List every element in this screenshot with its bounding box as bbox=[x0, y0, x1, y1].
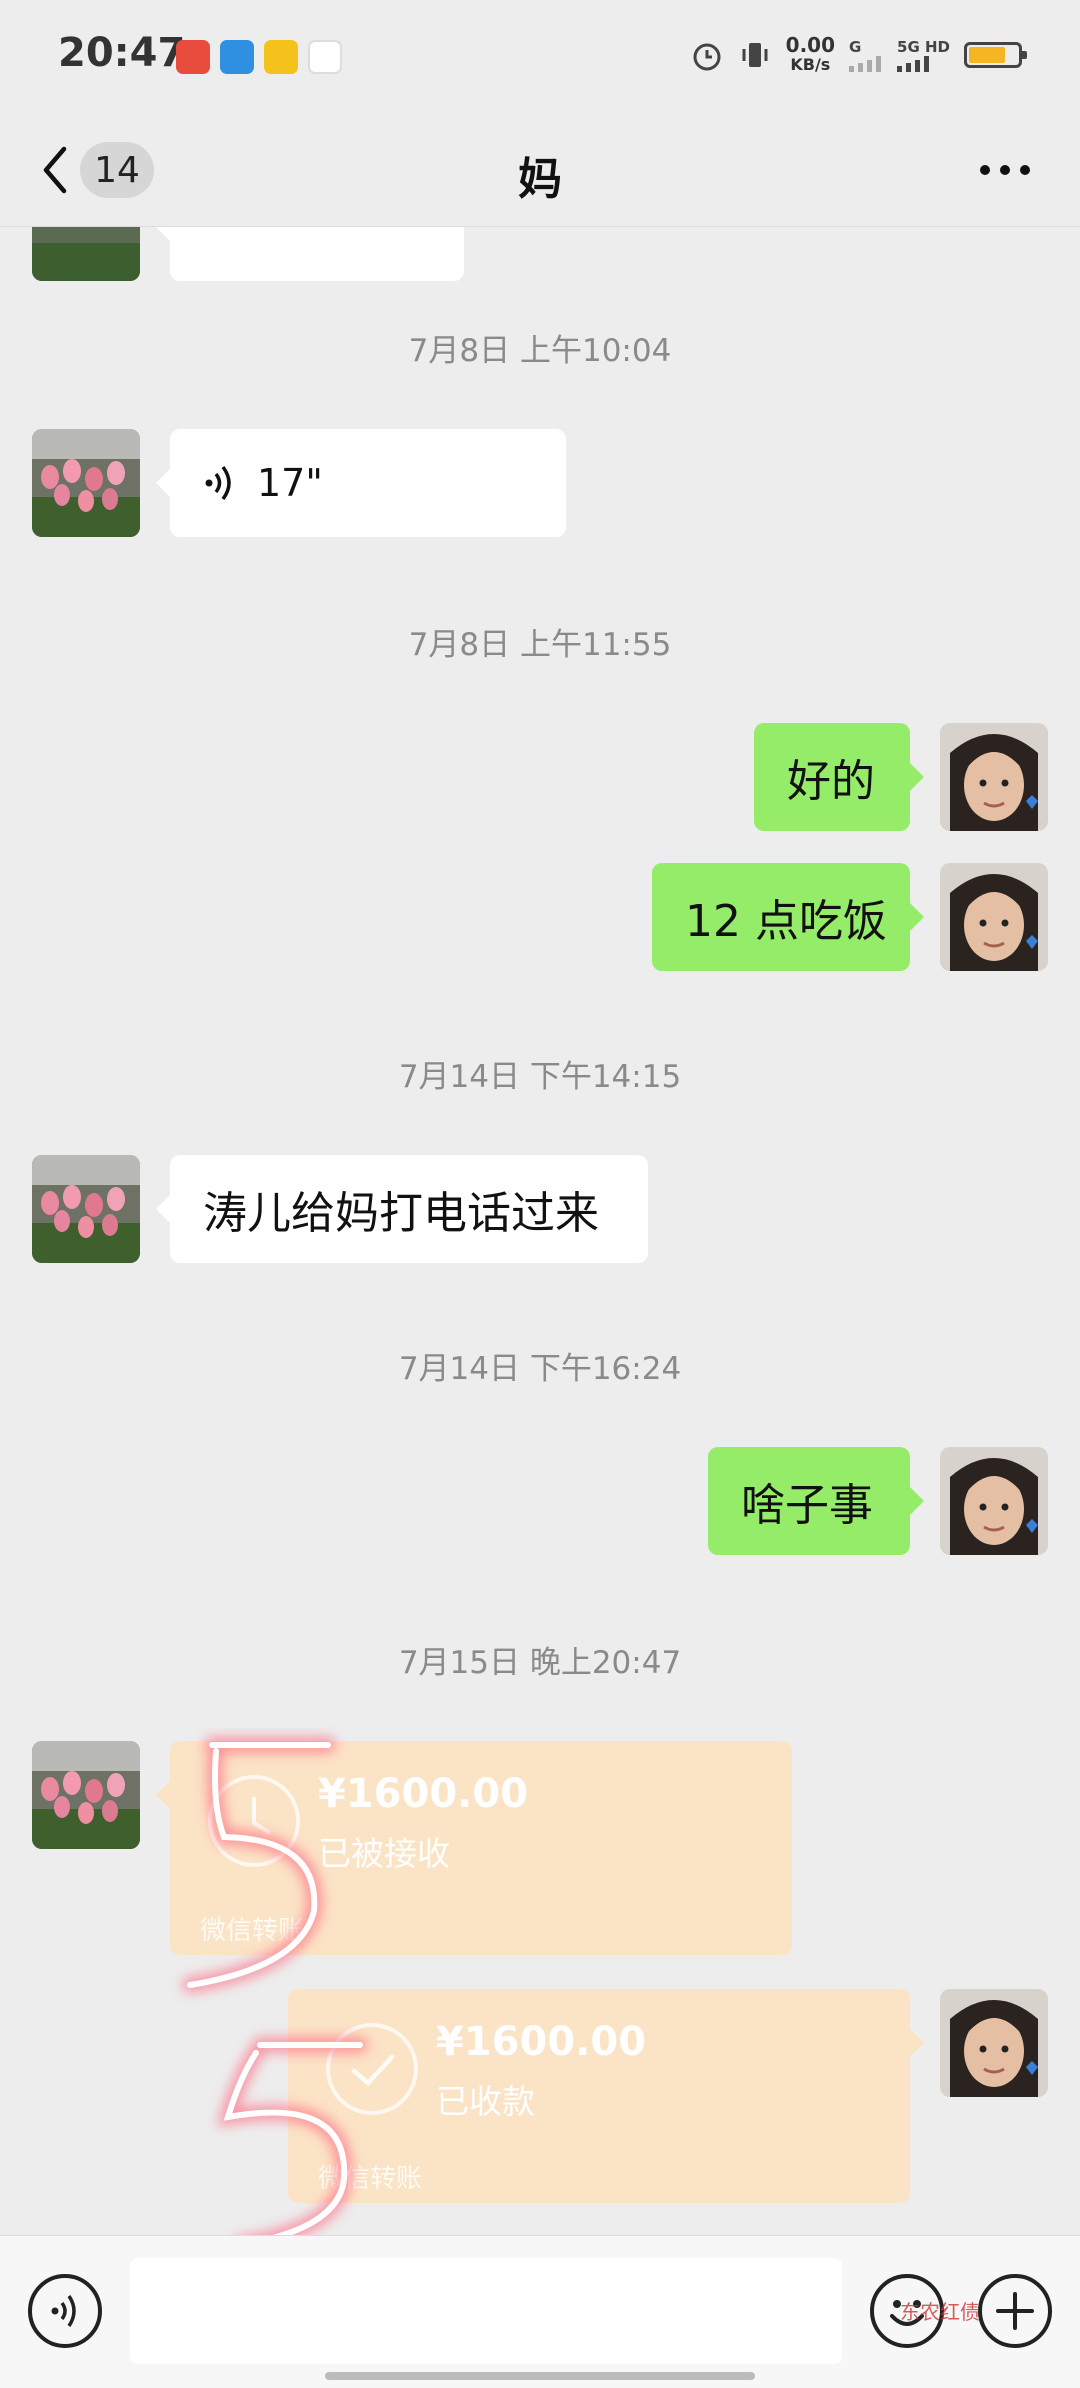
message-timestamp: 7月14日 下午16:24 bbox=[398, 1351, 682, 1387]
message-list[interactable]: 7月8日 上午10:04 17" 7月8日 上午11:55 好的 12 点吃饭 … bbox=[0, 227, 1080, 2235]
status-time: 20:47 bbox=[58, 30, 186, 76]
status-app-icons bbox=[176, 40, 342, 74]
transfer-card-sent[interactable]: ¥1600.00 已收款 微信转账 bbox=[288, 1989, 924, 2203]
contact-avatar[interactable] bbox=[32, 1741, 140, 1849]
signal-a: G bbox=[849, 38, 883, 72]
voice-icon bbox=[51, 2295, 76, 2327]
message-input[interactable] bbox=[130, 2258, 842, 2364]
voice-wave-icon bbox=[205, 465, 231, 501]
message-bubble-sent[interactable]: 好的 bbox=[754, 723, 924, 831]
page-title: 妈 bbox=[518, 154, 562, 205]
net-speed: 0.00 KB/s bbox=[786, 35, 835, 75]
battery-icon bbox=[964, 42, 1027, 68]
transfer-status: 已被接收 bbox=[318, 1834, 450, 1873]
signal-icon bbox=[849, 56, 882, 72]
transfer-footer: 微信转账 bbox=[318, 2164, 423, 2194]
transfer-check-icon bbox=[326, 2023, 418, 2115]
message-timestamp: 7月8日 上午10:04 bbox=[408, 333, 672, 369]
transfer-status: 已收款 bbox=[436, 2082, 535, 2121]
plus-icon bbox=[996, 2292, 1034, 2330]
message-timestamp: 7月15日 晚上20:47 bbox=[398, 1645, 682, 1681]
input-bar: 东农红债 bbox=[0, 2235, 1080, 2388]
vibrate-icon bbox=[742, 43, 768, 67]
more-button[interactable] bbox=[970, 145, 1040, 195]
my-avatar[interactable] bbox=[940, 863, 1048, 971]
transfer-card-received[interactable]: ¥1600.00 已被接收 微信转账 bbox=[156, 1741, 792, 1955]
coupon-app-icon bbox=[264, 40, 298, 74]
message-bubble-sent[interactable]: 啥子事 bbox=[708, 1447, 924, 1555]
my-avatar[interactable] bbox=[940, 1989, 1048, 2097]
voice-message-bubble[interactable]: 17" bbox=[156, 429, 566, 537]
transfer-footer: 微信转账 bbox=[200, 1916, 305, 1946]
voice-duration: 17" bbox=[257, 461, 323, 505]
home-indicator[interactable] bbox=[325, 2372, 755, 2380]
network-a-label: G bbox=[849, 38, 862, 56]
voice-input-button[interactable] bbox=[28, 2274, 102, 2348]
battery-level bbox=[969, 47, 1005, 63]
net-speed-unit: KB/s bbox=[790, 55, 831, 74]
transfer-clock-icon bbox=[208, 1775, 300, 1867]
contact-avatar[interactable] bbox=[32, 227, 140, 281]
signal-b: 5G HD bbox=[897, 38, 950, 72]
status-indicators: 0.00 KB/s G 5G HD bbox=[690, 35, 1027, 75]
watermark-text: 东农红债 bbox=[900, 2300, 980, 2324]
my-avatar[interactable] bbox=[940, 1447, 1048, 1555]
message-bubble-partial[interactable] bbox=[156, 227, 464, 281]
transfer-amount: ¥1600.00 bbox=[318, 1771, 529, 1817]
map-app-icon bbox=[308, 40, 342, 74]
contact-avatar[interactable] bbox=[32, 429, 140, 537]
chat-header: 14 妈 bbox=[0, 115, 1080, 227]
message-timestamp: 7月14日 下午14:15 bbox=[398, 1059, 682, 1095]
contact-avatar[interactable] bbox=[32, 1155, 140, 1263]
wifi-app-icon bbox=[220, 40, 254, 74]
message-timestamp: 7月8日 上午11:55 bbox=[408, 627, 672, 663]
net-speed-value: 0.00 bbox=[785, 33, 836, 57]
message-bubble-received[interactable]: 涛儿给妈打电话过来 bbox=[156, 1155, 648, 1263]
signal-icon bbox=[897, 56, 930, 72]
message-bubble-sent[interactable]: 12 点吃饭 bbox=[652, 863, 924, 971]
network-b-label: 5G HD bbox=[897, 38, 950, 56]
more-dots-icon bbox=[980, 165, 1030, 175]
transfer-amount: ¥1600.00 bbox=[436, 2019, 647, 2065]
more-actions-button[interactable] bbox=[978, 2274, 1052, 2348]
my-avatar[interactable] bbox=[940, 723, 1048, 831]
alarm-icon bbox=[693, 43, 721, 71]
status-bar: 20:47 0.00 KB/s G 5G HD bbox=[0, 0, 1080, 115]
shopping-app-icon bbox=[176, 40, 210, 74]
